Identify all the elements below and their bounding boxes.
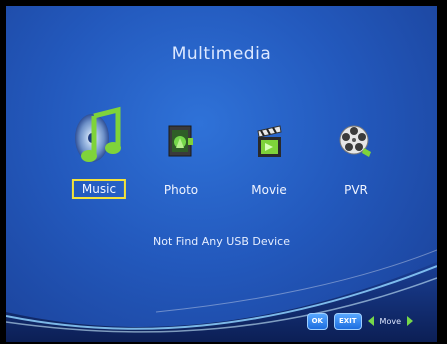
key-hints: OK EXIT Move	[306, 312, 413, 330]
move-label: Move	[379, 316, 401, 326]
menu-item-movie[interactable]: Movie	[234, 102, 304, 212]
menu-item-pvr-label: PVR	[344, 183, 368, 197]
menu-item-pvr[interactable]: PVR	[321, 102, 391, 212]
menu-item-movie-label: Movie	[251, 183, 287, 197]
tv-screen: Multimedia Music Photo Movie PVR Not Fin…	[0, 0, 447, 344]
photo-icon	[168, 125, 193, 157]
menu-item-music[interactable]: Music	[64, 102, 134, 212]
film-reel-icon	[339, 125, 371, 157]
menu-item-photo-label: Photo	[163, 183, 199, 197]
exit-button[interactable]: EXIT	[333, 312, 362, 330]
movie-clapperboard-icon	[257, 125, 282, 157]
menu-item-photo[interactable]: Photo	[146, 102, 216, 212]
music-note-disc-icon	[75, 106, 121, 162]
ok-button[interactable]: OK	[306, 312, 328, 330]
menu-item-music-label: Music	[71, 179, 127, 199]
page-title: Multimedia	[171, 44, 272, 64]
arrow-left-icon	[367, 316, 374, 326]
arrow-right-icon	[407, 316, 413, 326]
multimedia-panel: Multimedia Music Photo Movie PVR Not Fin…	[6, 6, 437, 342]
